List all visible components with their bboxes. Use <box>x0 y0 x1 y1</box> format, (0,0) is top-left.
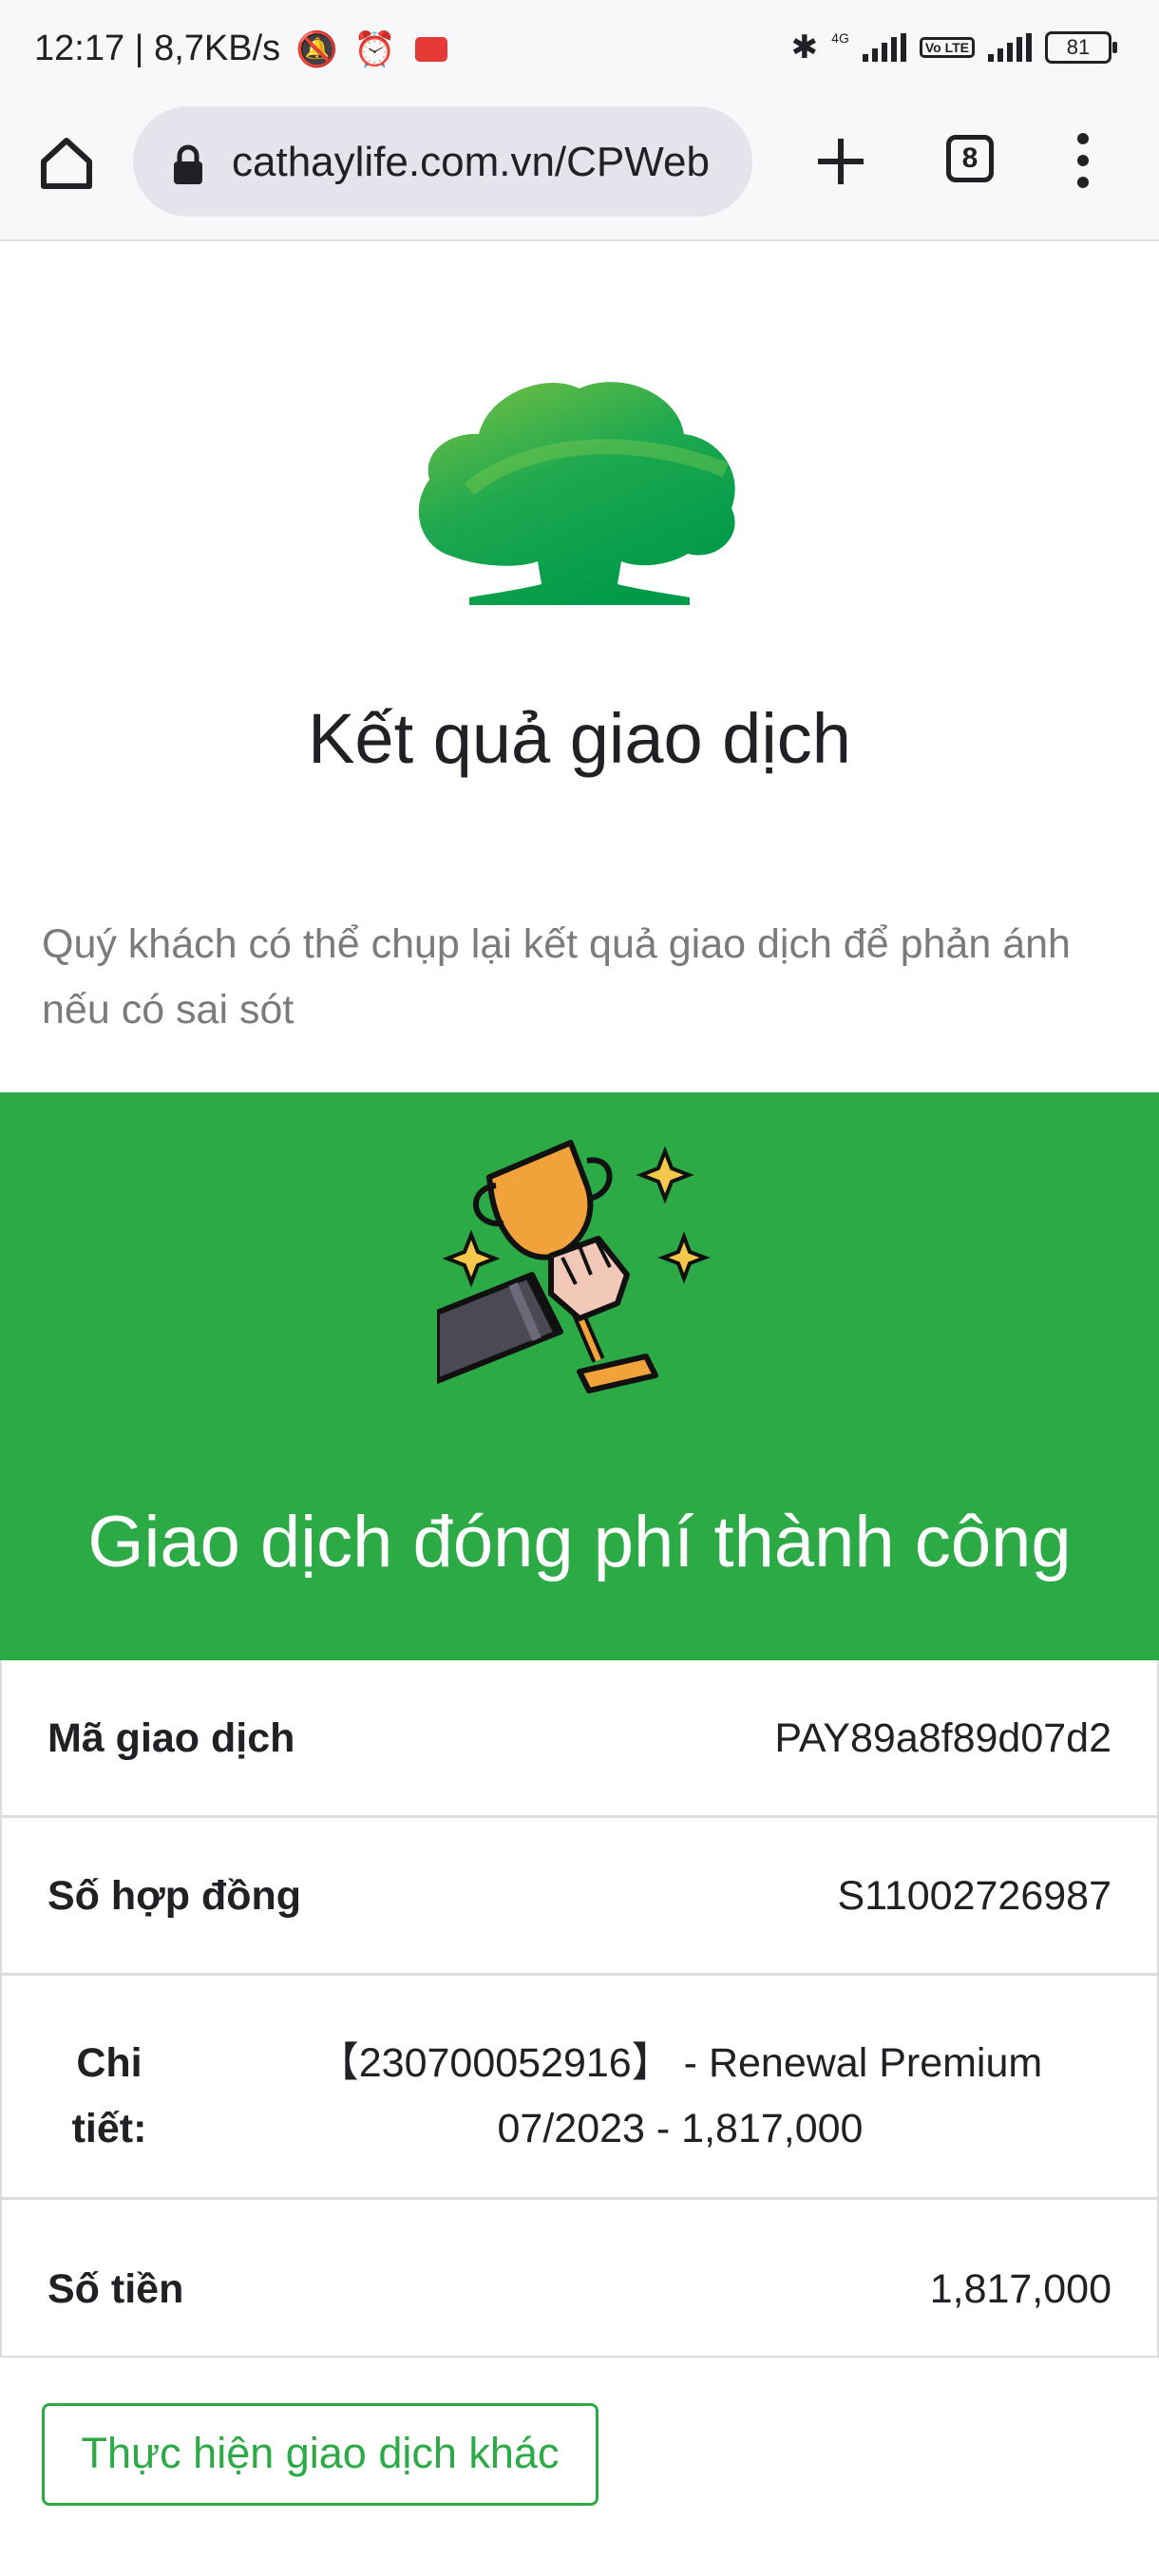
status-bar: 12:17 | 8,7KB/s 🔕 ⏰ ✱ 4G Vo LTE 81 <box>0 0 1159 99</box>
transaction-id-value: PAY89a8f89d07d2 <box>774 1715 1112 1761</box>
signal-icon <box>862 33 906 62</box>
table-row: Mã giao dịch PAY89a8f89d07d2 <box>2 1660 1157 1818</box>
app-notification-icon <box>414 36 447 62</box>
status-left: 12:17 | 8,7KB/s 🔕 ⏰ <box>34 28 447 69</box>
new-tab-plus-icon[interactable] <box>812 133 869 190</box>
table-row: Chi tiết: 【230700052916】 - Renewal Premi… <box>2 1976 1157 2200</box>
table-row: Số tiền 1,817,000 <box>2 2200 1157 2358</box>
page-title: Kết quả giao dịch <box>308 699 851 778</box>
amount-value: 1,817,000 <box>929 2266 1112 2312</box>
status-time-speed: 12:17 | 8,7KB/s <box>34 28 281 68</box>
mute-notification-icon: 🔕 <box>295 28 338 68</box>
banner-title: Giao dịch đóng phí thành công <box>87 1502 1072 1582</box>
detail-value: 【230700052916】 - Renewal Premium 07/2023… <box>317 2040 1043 2151</box>
contract-label: Số hợp đồng <box>48 1873 302 1919</box>
network-type: 4G <box>831 30 849 46</box>
bluetooth-icon: ✱ <box>790 29 819 66</box>
alarm-icon: ⏰ <box>352 28 396 68</box>
table-row: Số hợp đồng S11002726987 <box>2 1818 1157 1976</box>
cathay-tree-logo <box>418 382 735 605</box>
notice-text: Quý khách có thể chụp lại kết quả giao d… <box>42 921 1071 1032</box>
transaction-details: Mã giao dịch PAY89a8f89d07d2 Số hợp đồng… <box>0 1660 1159 2358</box>
signal-icon-2 <box>988 33 1032 62</box>
lock-icon <box>174 144 202 184</box>
amount-label: Số tiền <box>48 2266 184 2312</box>
contract-value: S11002726987 <box>837 1873 1112 1919</box>
detail-label: Chi tiết: <box>71 2040 147 2151</box>
volte-icon: Vo LTE <box>919 37 975 58</box>
browser-toolbar: cathaylife.com.vn/CPWeb 8 <box>0 99 1159 241</box>
trophy-icon <box>437 1140 711 1393</box>
address-bar[interactable]: cathaylife.com.vn/CPWeb <box>133 106 752 217</box>
home-icon[interactable] <box>36 133 97 194</box>
status-right: ✱ 4G Vo LTE 81 <box>790 28 1117 66</box>
battery-icon: 81 <box>1045 31 1117 64</box>
tab-switcher-button[interactable]: 8 <box>946 135 994 182</box>
other-transaction-button[interactable]: Thực hiện giao dịch khác <box>42 2403 598 2506</box>
url-text: cathaylife.com.vn/CPWeb <box>232 139 710 185</box>
transaction-id-label: Mã giao dịch <box>48 1715 295 1761</box>
overflow-menu-icon[interactable] <box>1064 133 1102 190</box>
success-banner: Giao dịch đóng phí thành công <box>0 1092 1159 1660</box>
